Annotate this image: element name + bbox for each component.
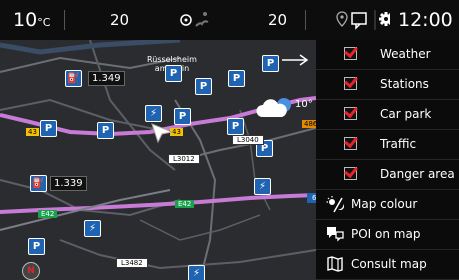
option-weather[interactable]: Weather	[316, 40, 459, 70]
left-zone-temperature[interactable]: 20	[110, 0, 129, 40]
arrow-right-icon[interactable]	[280, 53, 310, 67]
road-number-label: E42	[38, 210, 58, 218]
option-traffic[interactable]: Traffic	[316, 130, 459, 160]
map-colour-button[interactable]: Map colour	[316, 190, 459, 220]
vehicle-position-icon	[151, 123, 174, 144]
checkbox-weather[interactable]	[344, 47, 357, 60]
clock: 12:00	[398, 9, 453, 31]
charging-station-icon[interactable]: ⚡	[188, 265, 205, 280]
poi-icon	[327, 227, 344, 242]
option-car-park[interactable]: Car park	[316, 100, 459, 130]
compass-icon[interactable]: N	[22, 262, 40, 280]
parking-icon[interactable]: P	[40, 120, 57, 137]
poi-on-map-label: POI on map	[351, 227, 421, 241]
parking-icon[interactable]: P	[28, 238, 45, 255]
option-label: Danger area	[380, 167, 455, 181]
option-danger-area[interactable]: Danger area	[316, 160, 459, 190]
outside-temperature: 10°C	[13, 9, 51, 31]
option-label: Stations	[380, 77, 429, 91]
map-colour-label: Map colour	[351, 197, 418, 211]
parking-icon[interactable]: P	[195, 78, 212, 95]
fuel-station-icon[interactable]: ⛽	[30, 175, 47, 192]
divider	[64, 10, 65, 30]
checkbox-danger-area[interactable]	[344, 167, 357, 180]
fan-icon[interactable]	[178, 0, 218, 40]
option-stations[interactable]: Stations	[316, 70, 459, 100]
road-number-label: 43	[26, 128, 39, 136]
parking-icon[interactable]: P	[174, 108, 191, 125]
weather-temperature: 10°	[295, 99, 313, 110]
road-name-label: L3012	[168, 154, 200, 164]
charging-station-icon[interactable]: ⚡	[84, 220, 101, 237]
option-label: Weather	[380, 47, 431, 61]
parking-icon[interactable]: P	[228, 70, 245, 87]
location-pin-icon	[336, 11, 348, 27]
consult-map-label: Consult map	[351, 257, 427, 271]
divider	[305, 10, 306, 30]
charging-station-icon[interactable]: ⚡	[145, 105, 162, 122]
fuel-station-icon[interactable]: ⛽	[65, 70, 82, 87]
road-number-label: 486	[302, 120, 316, 128]
checkbox-traffic[interactable]	[344, 137, 357, 150]
checkbox-car-park[interactable]	[344, 107, 357, 120]
road-name-label: L3482	[116, 258, 148, 268]
navigation-map[interactable]: Rüsselsheimam Main ⛽ 1.349 ⛽ 1.339 P P P…	[0, 40, 316, 280]
parking-icon[interactable]: P	[165, 65, 182, 82]
map-icon	[327, 256, 343, 272]
option-label: Car park	[380, 107, 432, 121]
map-roads	[0, 40, 316, 280]
option-label: Traffic	[380, 137, 417, 151]
checkbox-stations[interactable]	[344, 77, 357, 90]
parking-icon[interactable]: P	[97, 122, 114, 139]
message-icon	[351, 12, 367, 30]
parking-icon[interactable]: P	[262, 55, 279, 72]
consult-map-button[interactable]: Consult map	[316, 250, 459, 280]
map-options-menu: Weather Stations Car park Traffic Danger…	[316, 40, 459, 280]
poi-on-map-button[interactable]: POI on map	[316, 220, 459, 250]
fuel-price-badge: 1.349	[88, 71, 125, 86]
parking-icon[interactable]: P	[227, 118, 244, 135]
fuel-price-badge: 1.339	[50, 176, 87, 191]
road-number-label: 6	[307, 193, 316, 203]
day-night-icon	[326, 196, 344, 213]
settings-gear-icon	[379, 12, 393, 26]
weather-cloud-icon	[256, 98, 291, 117]
right-zone-temperature[interactable]: 20	[268, 0, 287, 40]
road-number-label: E42	[175, 200, 195, 208]
status-icons	[330, 0, 393, 40]
status-bar: 10°C 20 20 12:00	[0, 0, 459, 40]
road-name-label: L3040	[232, 135, 264, 145]
charging-station-icon[interactable]: ⚡	[254, 178, 271, 195]
